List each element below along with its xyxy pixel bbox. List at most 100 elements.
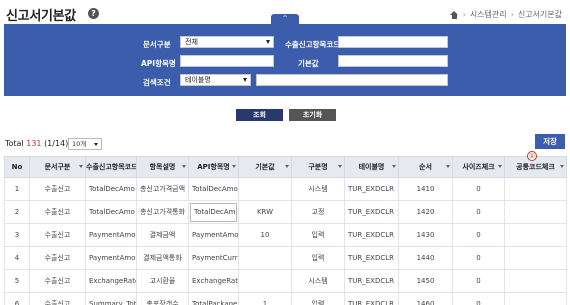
- default-value-input[interactable]: [338, 55, 448, 67]
- column-header[interactable]: 테이블명: [344, 156, 399, 178]
- sort-icon[interactable]: [79, 165, 83, 168]
- api-item-cell[interactable]: TotalDecAmo: [188, 177, 239, 201]
- sort-icon[interactable]: [285, 165, 289, 168]
- column-header[interactable]: 공통코드체크: [504, 156, 567, 178]
- table-row[interactable]: 2 수출신고 TotalDecAmo 총신고가격통화 TotalDecAmo KRW 고정 T…: [4, 200, 567, 224]
- doc-type-cell[interactable]: 수출신고: [29, 269, 86, 293]
- sort-icon[interactable]: [182, 165, 186, 168]
- item-description-cell[interactable]: 총포장갯수: [136, 292, 189, 305]
- table-row[interactable]: 3 수출신고 PaymentAmo 결제금액 PaymentAmo 10 입력 TUR_EXD…: [4, 223, 567, 247]
- sort-icon[interactable]: [392, 165, 396, 168]
- item-description-cell[interactable]: 총신고가격금액: [136, 177, 189, 201]
- size-check-cell[interactable]: 0: [452, 292, 505, 305]
- column-header[interactable]: 사이즈체크: [452, 156, 505, 178]
- order-cell[interactable]: 1450: [398, 269, 453, 293]
- order-cell[interactable]: 1420: [398, 200, 453, 224]
- column-header[interactable]: 순서: [398, 156, 453, 178]
- table-name-cell[interactable]: TUR_EXDCLR: [344, 177, 399, 201]
- type-name-cell[interactable]: 입력: [291, 246, 345, 270]
- common-code-check-cell[interactable]: [504, 223, 567, 247]
- common-code-check-cell[interactable]: [504, 269, 567, 293]
- sort-icon[interactable]: [446, 165, 450, 168]
- sort-icon[interactable]: [338, 165, 342, 168]
- help-icon[interactable]: ?: [88, 8, 99, 19]
- size-check-cell[interactable]: 0: [452, 177, 505, 201]
- item-description-cell[interactable]: 결제금액통화: [136, 246, 189, 270]
- column-header[interactable]: 문서구분: [29, 156, 86, 178]
- common-code-check-cell[interactable]: [504, 292, 567, 305]
- table-name-cell[interactable]: TUR_EXDCLR: [344, 223, 399, 247]
- api-item-cell[interactable]: TotalPackage: [188, 292, 239, 305]
- item-description-cell[interactable]: 고시환율: [136, 269, 189, 293]
- home-icon[interactable]: [449, 10, 459, 19]
- type-name-cell[interactable]: 시스템: [291, 177, 345, 201]
- doc-type-cell[interactable]: 수출신고: [29, 292, 86, 305]
- condition-text-input[interactable]: [256, 74, 448, 86]
- export-item-code-cell[interactable]: TotalDecAmo: [85, 177, 137, 201]
- doc-type-cell[interactable]: 수출신고: [29, 200, 86, 224]
- page-size-select[interactable]: 10개: [68, 138, 102, 150]
- sort-icon[interactable]: [560, 165, 564, 168]
- row-number[interactable]: 6: [4, 292, 30, 305]
- reset-button[interactable]: 초기화: [289, 109, 336, 121]
- order-cell[interactable]: 1460: [398, 292, 453, 305]
- table-name-cell[interactable]: TUR_EXDCLR: [344, 200, 399, 224]
- api-item-cell[interactable]: ExchangeRate: [188, 269, 239, 293]
- column-header[interactable]: 구분명: [291, 156, 345, 178]
- table-name-cell[interactable]: TUR_EXDCLR: [344, 246, 399, 270]
- sort-icon[interactable]: [498, 165, 502, 168]
- item-description-cell[interactable]: 총신고가격통화: [136, 200, 189, 224]
- doc-type-cell[interactable]: 수출신고: [29, 177, 86, 201]
- type-name-cell[interactable]: 입력: [291, 223, 345, 247]
- search-button[interactable]: 조회: [236, 109, 283, 121]
- common-code-check-cell[interactable]: [504, 200, 567, 224]
- export-item-code-input[interactable]: [338, 36, 448, 48]
- column-header[interactable]: 수출신고항목코드: [85, 156, 137, 178]
- table-row[interactable]: 5 수출신고 ExchangeRate 고시환율 ExchangeRate 시스템 TUR_…: [4, 269, 567, 293]
- row-number[interactable]: 3: [4, 223, 30, 247]
- api-item-cell[interactable]: TotalDecAmo: [188, 200, 239, 224]
- export-item-code-cell[interactable]: PaymentAmo: [85, 246, 137, 270]
- table-name-cell[interactable]: TUR_EXDCLR: [344, 292, 399, 305]
- table-row[interactable]: 6 수출신고 Summary_Tot 총포장갯수 TotalPackage 1 입력 TUR_…: [4, 292, 567, 305]
- order-cell[interactable]: 1440: [398, 246, 453, 270]
- doc-type-cell[interactable]: 수출신고: [29, 223, 86, 247]
- default-value-cell[interactable]: [238, 177, 292, 201]
- condition-select[interactable]: 테이블명: [180, 74, 251, 86]
- type-name-cell[interactable]: 고정: [291, 200, 345, 224]
- size-check-cell[interactable]: 0: [452, 246, 505, 270]
- export-item-code-cell[interactable]: ExchangeRate: [85, 269, 137, 293]
- api-item-edit-input[interactable]: TotalDecAmo: [190, 202, 237, 222]
- default-value-cell[interactable]: [238, 246, 292, 270]
- save-button[interactable]: 저장: [535, 134, 565, 149]
- column-header[interactable]: 기본값: [238, 156, 292, 178]
- column-header[interactable]: No: [4, 156, 30, 178]
- size-check-cell[interactable]: 0: [452, 223, 505, 247]
- api-item-cell[interactable]: PaymentAmo: [188, 223, 239, 247]
- item-description-cell[interactable]: 결제금액: [136, 223, 189, 247]
- row-number[interactable]: 4: [4, 246, 30, 270]
- size-check-cell[interactable]: 0: [452, 200, 505, 224]
- common-code-check-cell[interactable]: [504, 177, 567, 201]
- column-header[interactable]: API항목명: [188, 156, 239, 178]
- order-cell[interactable]: 1410: [398, 177, 453, 201]
- doc-type-select[interactable]: 전체: [180, 36, 274, 48]
- sort-icon[interactable]: [232, 165, 236, 168]
- default-value-cell[interactable]: KRW: [238, 200, 292, 224]
- size-check-cell[interactable]: 0: [452, 269, 505, 293]
- api-item-cell[interactable]: PaymentCurr: [188, 246, 239, 270]
- collapse-search-button[interactable]: ^: [271, 14, 299, 24]
- common-code-check-cell[interactable]: [504, 246, 567, 270]
- row-number[interactable]: 5: [4, 269, 30, 293]
- table-row[interactable]: 1 수출신고 TotalDecAmo 총신고가격금액 TotalDecAmo 시스템 TUR…: [4, 177, 567, 201]
- column-header[interactable]: 항목설명: [136, 156, 189, 178]
- default-value-cell[interactable]: [238, 269, 292, 293]
- doc-type-cell[interactable]: 수출신고: [29, 246, 86, 270]
- default-value-cell[interactable]: 10: [238, 223, 292, 247]
- type-name-cell[interactable]: 입력: [291, 292, 345, 305]
- type-name-cell[interactable]: 시스템: [291, 269, 345, 293]
- breadcrumb-item-system[interactable]: 시스템관리: [470, 9, 507, 20]
- export-item-code-cell[interactable]: TotalDecAmo: [85, 200, 137, 224]
- export-item-code-cell[interactable]: PaymentAmo: [85, 223, 137, 247]
- export-item-code-cell[interactable]: Summary_Tot: [85, 292, 137, 305]
